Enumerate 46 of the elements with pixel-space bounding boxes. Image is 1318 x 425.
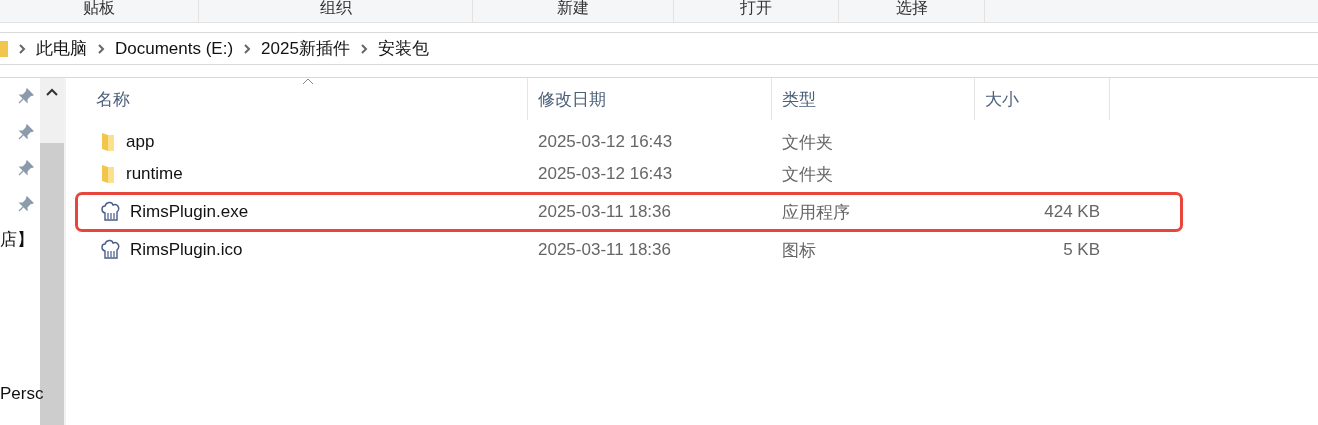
address-bar[interactable]: 此电脑 Documents (E:) 2025新插件 安装包 bbox=[0, 32, 1318, 65]
pin-icon[interactable] bbox=[18, 160, 34, 176]
column-header[interactable]: 修改日期 bbox=[528, 78, 772, 120]
chef-hat-icon bbox=[100, 239, 122, 261]
file-row[interactable]: RimsPlugin.exe 2025-03-11 18:36 应用程序 424 KB bbox=[78, 195, 1180, 229]
breadcrumb-item[interactable]: 2025新插件 bbox=[261, 37, 350, 60]
sort-caret-icon[interactable] bbox=[302, 78, 314, 85]
date-cell-text: 2025-03-11 18:36 bbox=[537, 202, 672, 222]
ribbon-group-label: 组织 bbox=[199, 0, 473, 22]
chevron-right-icon bbox=[359, 42, 368, 55]
column-header[interactable]: 类型 bbox=[772, 78, 975, 120]
ribbon-group-label: 选择 bbox=[839, 0, 985, 22]
file-name[interactable]: runtime bbox=[126, 164, 183, 184]
type-cell-text: 文件夹 bbox=[781, 131, 834, 154]
pin-icon[interactable] bbox=[18, 88, 34, 104]
breadcrumb-item[interactable]: Documents (E:) bbox=[115, 38, 234, 59]
chevron-right-icon bbox=[97, 42, 105, 55]
file-name[interactable]: app bbox=[126, 132, 155, 152]
date-cell-text: 2025-03-11 18:36 bbox=[537, 240, 672, 260]
chevron-right-icon bbox=[243, 42, 252, 55]
scroll-up-icon[interactable] bbox=[46, 88, 58, 96]
file-name[interactable]: RimsPlugin.ico bbox=[130, 240, 243, 260]
breadcrumb-item[interactable]: 此电脑 bbox=[36, 37, 87, 60]
folder-icon bbox=[0, 40, 8, 57]
breadcrumb-item[interactable]: 安装包 bbox=[377, 37, 429, 60]
type-cell-text: 文件夹 bbox=[781, 163, 834, 186]
ribbon-group-label: 打开 bbox=[674, 0, 839, 22]
size-cell-text: 5 KB bbox=[1062, 240, 1100, 260]
file-row[interactable]: runtime 2025-03-12 16:43 文件夹 bbox=[96, 158, 1318, 190]
column-header[interactable]: 名称 bbox=[96, 78, 528, 120]
date-cell-text: 2025-03-12 16:43 bbox=[537, 164, 674, 184]
nav-item-label[interactable]: Persc bbox=[0, 384, 44, 404]
size-cell-text: 424 KB bbox=[1043, 202, 1100, 222]
pin-icon[interactable] bbox=[18, 196, 34, 212]
chef-hat-icon bbox=[100, 201, 122, 223]
type-cell-text: 应用程序 bbox=[781, 201, 851, 224]
ribbon-group-label: 贴板 bbox=[0, 0, 199, 22]
file-name[interactable]: RimsPlugin.exe bbox=[130, 202, 249, 222]
pin-icon[interactable] bbox=[18, 124, 34, 140]
column-header[interactable]: 大小 bbox=[975, 78, 1110, 120]
file-row[interactable]: RimsPlugin.ico 2025-03-11 18:36 图标 5 KB bbox=[96, 234, 1318, 266]
file-row[interactable]: app 2025-03-12 16:43 文件夹 bbox=[96, 126, 1318, 158]
nav-item-label[interactable]: 店】 bbox=[0, 228, 34, 251]
date-cell-text: 2025-03-12 16:43 bbox=[537, 132, 674, 152]
chevron-right-icon bbox=[18, 42, 26, 55]
type-cell-text: 图标 bbox=[781, 239, 817, 262]
